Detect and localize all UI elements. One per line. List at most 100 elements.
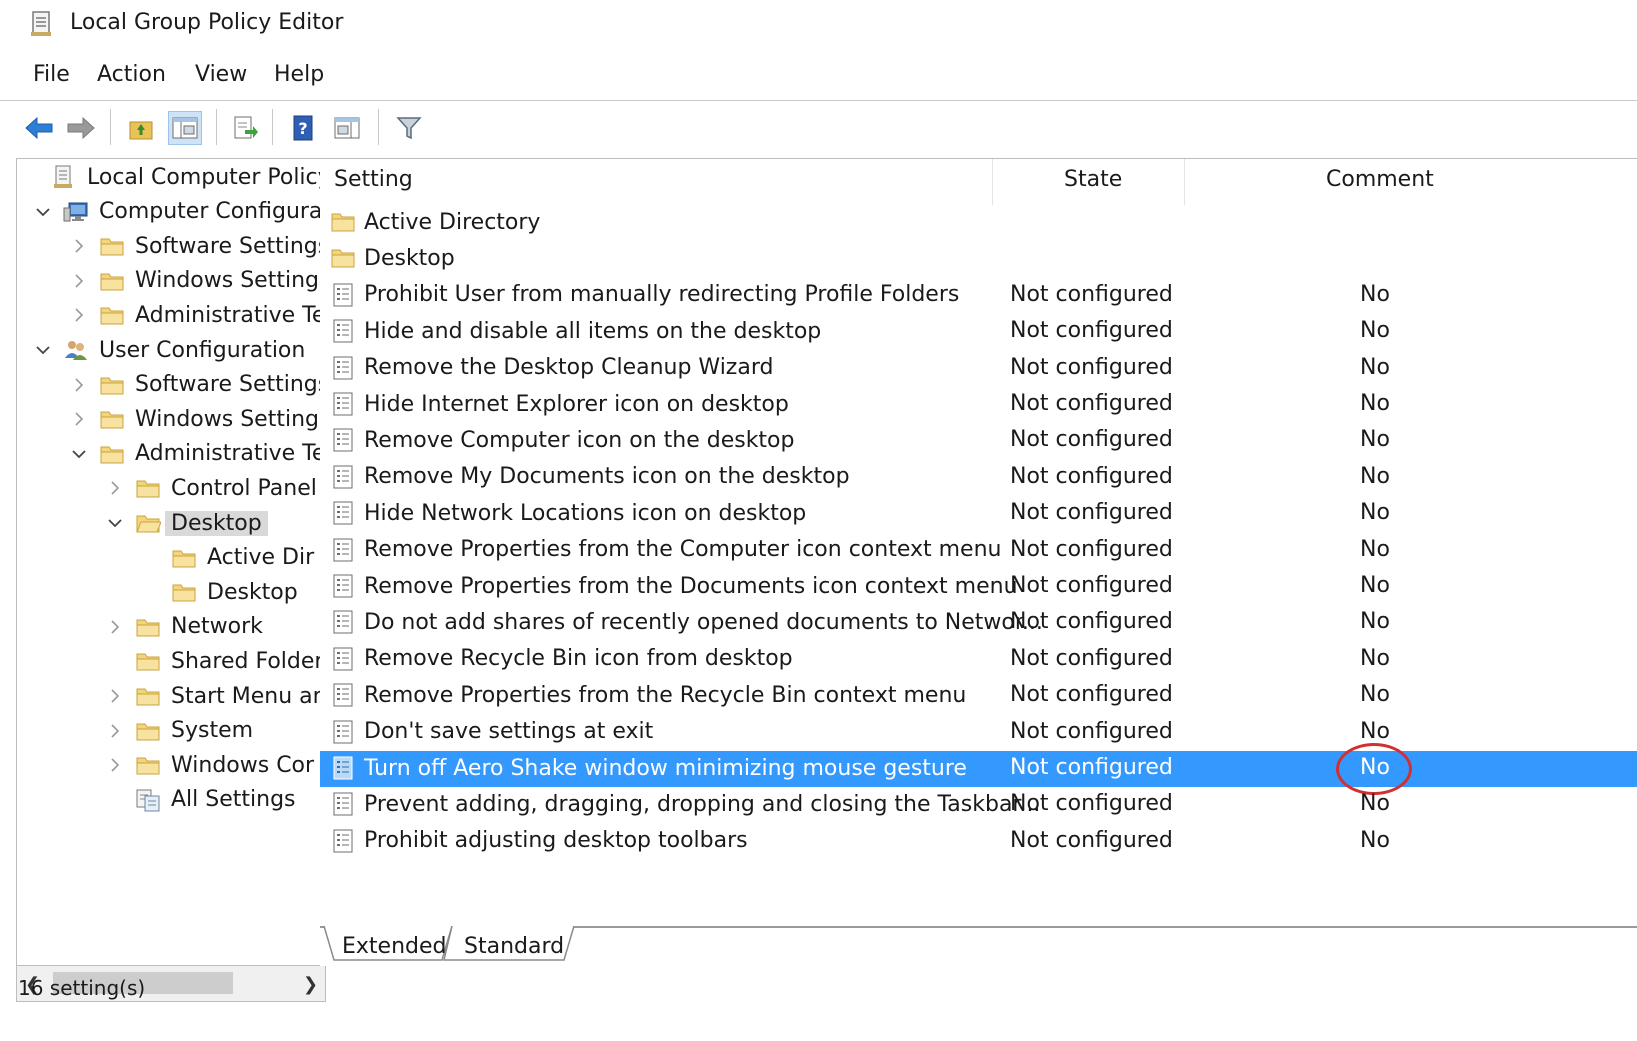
toolbar: ? xyxy=(0,100,1637,150)
list-policy-row[interactable]: Remove Properties from the Recycle Bin c… xyxy=(320,678,1637,714)
settings-list[interactable]: Setting State Comment Active Directory De… xyxy=(320,158,1637,966)
expand-chevron-down-icon[interactable] xyxy=(71,446,87,462)
tree-item[interactable]: Active Dir xyxy=(143,540,314,576)
tree-item[interactable]: Software Settings xyxy=(71,228,324,264)
show-hide-console-tree-button[interactable] xyxy=(168,111,202,145)
policy-editor-icon xyxy=(31,11,51,36)
list-policy-row[interactable]: Remove Properties from the Computer icon… xyxy=(320,533,1637,569)
comment-cell: No xyxy=(1360,463,1390,489)
tree-item[interactable]: Administrative Te xyxy=(71,436,324,472)
tree-item[interactable]: User Configuration xyxy=(35,332,305,368)
tree-item[interactable]: System xyxy=(107,713,253,749)
expand-chevron-down-icon[interactable] xyxy=(35,342,51,358)
expand-chevron-right-icon[interactable] xyxy=(107,480,123,496)
menu-view[interactable]: View xyxy=(195,62,247,87)
forward-button[interactable] xyxy=(64,111,98,145)
list-policy-row[interactable]: Prohibit adjusting desktop toolbars Not c… xyxy=(320,824,1637,860)
setting-name: Hide Internet Explorer icon on desktop xyxy=(364,391,789,417)
list-folder-row[interactable]: Desktop xyxy=(320,241,1637,277)
expand-chevron-right-icon[interactable] xyxy=(71,307,87,323)
tree-item[interactable]: Start Menu ar xyxy=(107,678,322,714)
list-header: Setting State Comment xyxy=(320,159,1637,205)
setting-name: Remove Properties from the Recycle Bin c… xyxy=(364,682,967,708)
expand-chevron-right-icon[interactable] xyxy=(71,377,87,393)
list-policy-row[interactable]: Remove Properties from the Documents ico… xyxy=(320,569,1637,605)
expand-chevron-right-icon[interactable] xyxy=(107,757,123,773)
policy-setting-icon xyxy=(330,318,356,344)
folder-icon xyxy=(171,546,197,570)
tree-item-label: All Settings xyxy=(171,787,296,813)
expand-chevron-right-icon[interactable] xyxy=(107,723,123,739)
folder-icon xyxy=(99,269,125,293)
column-header-setting[interactable]: Setting xyxy=(334,167,413,192)
list-policy-row[interactable]: Remove My Documents icon on the desktop N… xyxy=(320,460,1637,496)
policy-setting-icon xyxy=(330,282,356,308)
toolbar-separator xyxy=(216,109,217,145)
tree-item[interactable]: Control Panel xyxy=(107,470,317,506)
export-list-button[interactable] xyxy=(228,111,262,145)
setting-cell: Hide Internet Explorer icon on desktop xyxy=(330,391,789,417)
comment-cell: No xyxy=(1360,682,1390,708)
up-one-level-button[interactable] xyxy=(124,111,158,145)
back-button[interactable] xyxy=(22,111,56,145)
list-policy-row[interactable]: Hide Network Locations icon on desktop No… xyxy=(320,496,1637,532)
expand-chevron-down-icon[interactable] xyxy=(35,204,51,220)
setting-cell: Prohibit adjusting desktop toolbars xyxy=(330,828,748,854)
tree-item-label: Local Computer Policy xyxy=(87,164,326,190)
policy-setting-icon xyxy=(330,646,356,672)
setting-cell: Remove Properties from the Computer icon… xyxy=(330,537,1001,563)
expand-chevron-right-icon[interactable] xyxy=(107,619,123,635)
list-policy-row[interactable]: Turn off Aero Shake window minimizing mo… xyxy=(320,743,1637,795)
list-policy-row[interactable]: Prevent adding, dragging, dropping and c… xyxy=(320,787,1637,823)
tree-item[interactable]: Windows Setting xyxy=(71,263,319,299)
comment-cell: No xyxy=(1360,573,1390,598)
list-policy-row[interactable]: Hide Internet Explorer icon on desktop No… xyxy=(320,387,1637,423)
expand-chevron-right-icon[interactable] xyxy=(107,688,123,704)
tab-standard[interactable]: Standard xyxy=(464,934,564,959)
tree-item[interactable]: Local Computer Policy xyxy=(23,159,326,195)
tree-item[interactable]: Computer Configura xyxy=(35,194,322,230)
console-tree[interactable]: Local Computer Policy Computer Configura S… xyxy=(16,158,326,966)
setting-cell: Turn off Aero Shake window minimizing mo… xyxy=(330,755,967,781)
comment-cell: No xyxy=(1360,281,1390,307)
expand-chevron-right-icon[interactable] xyxy=(71,411,87,427)
column-header-state[interactable]: State xyxy=(1064,167,1122,192)
tree-item[interactable]: Windows Cor xyxy=(107,747,314,783)
status-text: 16 setting(s) xyxy=(18,976,146,1000)
list-policy-row[interactable]: Don't save settings at exit Not configure… xyxy=(320,715,1637,751)
menu-action[interactable]: Action xyxy=(97,62,166,87)
tree-item[interactable]: Desktop xyxy=(143,574,298,610)
list-folder-row[interactable]: Active Directory xyxy=(320,205,1637,241)
list-policy-row[interactable]: Hide and disable all items on the deskto… xyxy=(320,314,1637,350)
tree-item-label: Start Menu ar xyxy=(171,683,322,709)
tree-item[interactable]: All Settings xyxy=(107,782,296,818)
list-policy-row[interactable]: Remove Recycle Bin icon from desktop Not … xyxy=(320,642,1637,678)
setting-name: Prevent adding, dragging, dropping and c… xyxy=(364,791,1041,817)
show-hide-action-pane-button[interactable] xyxy=(330,111,364,145)
setting-cell: Remove Properties from the Documents ico… xyxy=(330,573,1018,599)
tree-item[interactable]: Desktop xyxy=(107,505,268,541)
expand-chevron-right-icon[interactable] xyxy=(71,238,87,254)
column-header-comment[interactable]: Comment xyxy=(1326,167,1434,192)
tree-item[interactable]: Administrative Te xyxy=(71,297,324,333)
column-divider[interactable] xyxy=(1184,159,1185,205)
column-divider[interactable] xyxy=(992,159,993,205)
expand-chevron-right-icon[interactable] xyxy=(71,273,87,289)
tree-item[interactable]: Shared Folder xyxy=(107,643,323,679)
menu-help[interactable]: Help xyxy=(274,62,324,87)
list-policy-row[interactable]: Prohibit User from manually redirecting … xyxy=(320,278,1637,314)
filter-button[interactable] xyxy=(392,111,426,145)
list-policy-row[interactable]: Remove Computer icon on the desktop Not c… xyxy=(320,423,1637,459)
policy-setting-icon xyxy=(330,464,356,490)
up-folder-icon xyxy=(129,121,153,140)
expand-chevron-down-icon[interactable] xyxy=(107,515,123,531)
list-policy-row[interactable]: Do not add shares of recently opened doc… xyxy=(320,605,1637,641)
folder-icon xyxy=(171,580,197,604)
tree-item[interactable]: Windows Setting xyxy=(71,401,319,437)
tree-item[interactable]: Network xyxy=(107,609,263,645)
tab-extended[interactable]: Extended xyxy=(342,934,447,959)
menu-file[interactable]: File xyxy=(33,62,70,87)
help-button[interactable]: ? xyxy=(286,111,320,145)
list-policy-row[interactable]: Remove the Desktop Cleanup Wizard Not con… xyxy=(320,351,1637,387)
tree-item[interactable]: Software Settings xyxy=(71,367,324,403)
